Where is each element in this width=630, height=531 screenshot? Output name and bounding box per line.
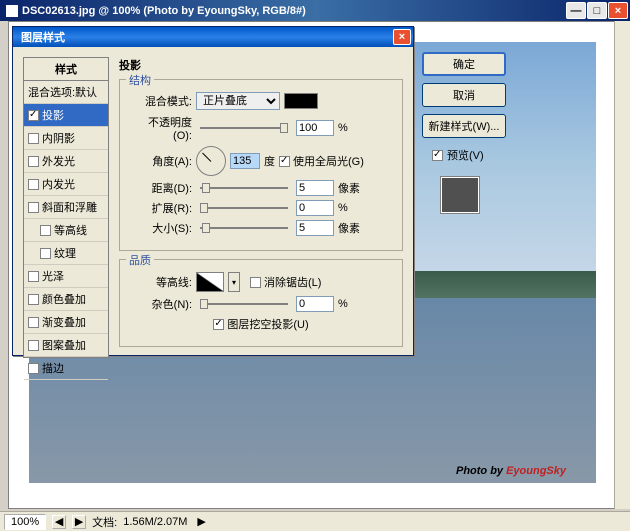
style-item-gradient-overlay[interactable]: 渐变叠加 <box>24 311 108 334</box>
window-title: DSC02613.jpg @ 100% (Photo by EyoungSky,… <box>22 5 565 17</box>
styles-list: 混合选项:默认 投影 内阴影 外发光 内发光 斜面和浮雕 等高线 纹理 光泽 颜… <box>23 80 109 358</box>
window-close-button[interactable]: × <box>608 2 628 19</box>
style-item-texture[interactable]: 纹理 <box>24 242 108 265</box>
style-item-satin[interactable]: 光泽 <box>24 265 108 288</box>
style-item-pattern-overlay[interactable]: 图案叠加 <box>24 334 108 357</box>
maximize-button[interactable]: □ <box>587 2 607 19</box>
checkbox-icon[interactable] <box>28 294 39 305</box>
style-item-drop-shadow[interactable]: 投影 <box>24 104 108 127</box>
unit-percent: % <box>338 122 348 134</box>
unit-px: 像素 <box>338 180 360 196</box>
size-label: 大小(S): <box>130 220 192 236</box>
group-label-quality: 品质 <box>126 252 154 268</box>
style-item-contour[interactable]: 等高线 <box>24 219 108 242</box>
dropdown-arrow-icon[interactable]: ▶ <box>197 515 205 528</box>
blend-mode-label: 混合模式: <box>130 93 192 109</box>
group-label-structure: 结构 <box>126 72 154 88</box>
opacity-slider[interactable] <box>200 127 288 129</box>
distance-slider[interactable] <box>200 187 288 189</box>
quality-group: 品质 等高线: ▾ 消除锯齿(L) 杂色(N): % 图层挖空投影(U) <box>119 259 403 347</box>
preview-checkbox[interactable] <box>432 150 443 161</box>
spread-input[interactable] <box>296 200 334 216</box>
unit-percent: % <box>338 202 348 214</box>
settings-panel: 投影 结构 混合模式: 正片叠底 不透明度(O): % 角度(A): <box>119 57 403 345</box>
checkbox-icon[interactable] <box>28 202 39 213</box>
spread-label: 扩展(R): <box>130 200 192 216</box>
global-light-label: 使用全局光(G) <box>293 153 364 169</box>
document-icon <box>6 5 18 17</box>
checkbox-icon[interactable] <box>28 133 39 144</box>
dialog-buttons-column: 确定 取消 新建样式(W)... 预览(V) <box>422 52 506 214</box>
style-item-blend-options[interactable]: 混合选项:默认 <box>24 81 108 104</box>
noise-input[interactable] <box>296 296 334 312</box>
spread-slider[interactable] <box>200 207 288 209</box>
styles-column: 样式 混合选项:默认 投影 内阴影 外发光 内发光 斜面和浮雕 等高线 纹理 光… <box>23 57 109 345</box>
checkbox-icon[interactable] <box>40 225 51 236</box>
dialog-titlebar[interactable]: 图层样式 × <box>13 27 413 47</box>
antialias-label: 消除锯齿(L) <box>264 274 321 290</box>
blend-mode-select[interactable]: 正片叠底 <box>196 92 280 110</box>
style-item-inner-glow[interactable]: 内发光 <box>24 173 108 196</box>
checkbox-icon[interactable] <box>28 156 39 167</box>
vertical-scrollbar[interactable] <box>614 21 630 509</box>
angle-label: 角度(A): <box>130 153 192 169</box>
contour-swatch[interactable] <box>196 272 224 292</box>
preview-label: 预览(V) <box>447 147 484 163</box>
opacity-input[interactable] <box>296 120 334 136</box>
nav-left-button[interactable]: ◀ <box>52 515 66 529</box>
styles-header[interactable]: 样式 <box>23 57 109 80</box>
distance-input[interactable] <box>296 180 334 196</box>
watermark-text: Photo by EyoungSky <box>456 463 566 477</box>
antialias-checkbox[interactable] <box>250 277 261 288</box>
structure-group: 结构 混合模式: 正片叠底 不透明度(O): % 角度(A): 度 <box>119 79 403 251</box>
checkbox-icon[interactable] <box>28 340 39 351</box>
checkbox-icon[interactable] <box>28 317 39 328</box>
style-item-stroke[interactable]: 描边 <box>24 357 108 380</box>
knockout-checkbox[interactable] <box>213 319 224 330</box>
angle-dial[interactable] <box>196 146 226 176</box>
size-input[interactable] <box>296 220 334 236</box>
panel-title: 投影 <box>119 57 403 73</box>
cancel-button[interactable]: 取消 <box>422 83 506 107</box>
unit-percent: % <box>338 298 348 310</box>
nav-right-button[interactable]: ▶ <box>72 515 86 529</box>
size-slider[interactable] <box>200 227 288 229</box>
distance-label: 距离(D): <box>130 180 192 196</box>
style-item-bevel[interactable]: 斜面和浮雕 <box>24 196 108 219</box>
style-item-outer-glow[interactable]: 外发光 <box>24 150 108 173</box>
preview-swatch <box>440 176 480 214</box>
status-bar: 100% ◀ ▶ 文档: 1.56M/2.07M ▶ <box>0 511 630 531</box>
noise-slider[interactable] <box>200 303 288 305</box>
noise-label: 杂色(N): <box>130 296 192 312</box>
checkbox-icon[interactable] <box>28 179 39 190</box>
contour-label: 等高线: <box>130 274 192 290</box>
opacity-label: 不透明度(O): <box>130 114 192 142</box>
ok-button[interactable]: 确定 <box>422 52 506 76</box>
checkbox-icon[interactable] <box>40 248 51 259</box>
layer-style-dialog: 图层样式 × 样式 混合选项:默认 投影 内阴影 外发光 内发光 斜面和浮雕 等… <box>12 26 414 356</box>
dialog-title: 图层样式 <box>21 29 393 45</box>
unit-px: 像素 <box>338 220 360 236</box>
checkbox-icon[interactable] <box>28 110 39 121</box>
new-style-button[interactable]: 新建样式(W)... <box>422 114 506 138</box>
style-item-inner-shadow[interactable]: 内阴影 <box>24 127 108 150</box>
contour-dropdown-arrow[interactable]: ▾ <box>228 272 240 292</box>
checkbox-icon[interactable] <box>28 271 39 282</box>
dialog-close-button[interactable]: × <box>393 29 411 45</box>
knockout-label: 图层挖空投影(U) <box>227 316 308 332</box>
minimize-button[interactable]: — <box>566 2 586 19</box>
docsize-value: 1.56M/2.07M <box>123 516 187 528</box>
style-item-color-overlay[interactable]: 颜色叠加 <box>24 288 108 311</box>
angle-input[interactable] <box>230 153 260 169</box>
checkbox-icon[interactable] <box>28 363 39 374</box>
shadow-color-swatch[interactable] <box>284 93 318 109</box>
main-window-titlebar: DSC02613.jpg @ 100% (Photo by EyoungSky,… <box>0 0 630 21</box>
global-light-checkbox[interactable] <box>279 156 290 167</box>
docsize-label: 文档: <box>92 514 117 530</box>
zoom-level[interactable]: 100% <box>4 514 46 530</box>
angle-unit: 度 <box>264 153 275 169</box>
